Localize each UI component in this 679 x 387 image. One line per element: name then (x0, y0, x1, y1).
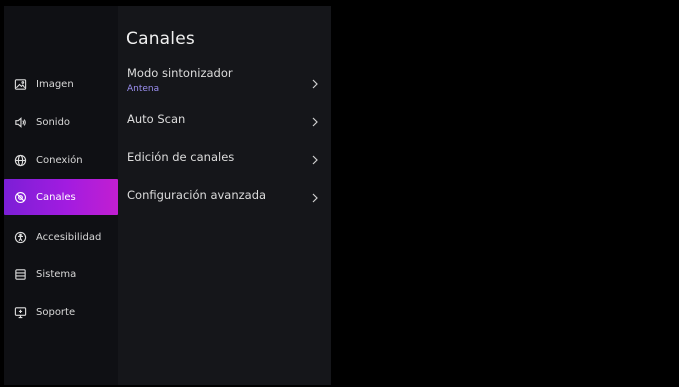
sidebar-item-label: Imagen (36, 78, 74, 90)
chevron-right-icon (312, 79, 318, 89)
sidebar-item-label: Accesibilidad (36, 231, 102, 243)
page-title: Canales (126, 29, 195, 49)
globe-icon (14, 154, 27, 167)
menu-item-label: Auto Scan (127, 112, 186, 126)
settings-sidebar: Imagen Sonido Conexión Canales Accesibil… (4, 6, 118, 385)
sidebar-item-label: Sistema (36, 268, 77, 280)
sidebar-item-sistema[interactable]: Sistema (4, 256, 118, 292)
sidebar-item-label: Canales (36, 191, 76, 203)
menu-item-label: Modo sintonizador (127, 66, 233, 80)
menu-item-label: Edición de canales (127, 150, 235, 164)
content-preview-area (331, 6, 675, 385)
menu-item-label: Configuración avanzada (127, 188, 267, 202)
menu-item-auto-scan[interactable]: Auto Scan (118, 112, 331, 132)
sidebar-item-soporte[interactable]: Soporte (4, 294, 118, 330)
sidebar-item-conexion[interactable]: Conexión (4, 142, 118, 178)
system-icon (14, 268, 27, 281)
image-icon (14, 78, 27, 91)
chevron-right-icon (312, 117, 318, 127)
sidebar-item-label: Sonido (36, 116, 71, 128)
tv-settings-screen: Imagen Sonido Conexión Canales Accesibil… (0, 0, 679, 387)
menu-item-edicion-de-canales[interactable]: Edición de canales (118, 150, 331, 170)
sidebar-item-label: Soporte (36, 306, 76, 318)
menu-item-modo-sintonizador[interactable]: Modo sintonizador Antena (118, 66, 331, 102)
sidebar-item-canales[interactable]: Canales (4, 179, 118, 215)
support-icon (14, 306, 27, 319)
accessibility-icon (14, 231, 27, 244)
channels-settings-panel: Canales Modo sintonizador Antena Auto Sc… (118, 6, 331, 385)
sidebar-item-sonido[interactable]: Sonido (4, 104, 118, 140)
chevron-right-icon (312, 193, 318, 203)
sidebar-item-label: Conexión (36, 154, 83, 166)
menu-item-value: Antena (127, 84, 160, 94)
chevron-right-icon (312, 155, 318, 165)
sidebar-item-imagen[interactable]: Imagen (4, 66, 118, 102)
speaker-icon (14, 116, 27, 129)
sidebar-item-accesibilidad[interactable]: Accesibilidad (4, 219, 118, 255)
channels-icon (14, 191, 27, 204)
menu-item-configuracion-avanzada[interactable]: Configuración avanzada (118, 188, 331, 208)
